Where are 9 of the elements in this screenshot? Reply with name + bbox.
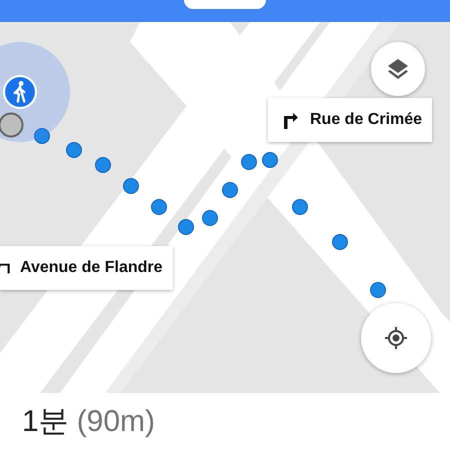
layers-icon [386,57,410,81]
travel-distance: (90m) [76,404,156,438]
travel-time: 1분 [22,404,69,440]
crosshair-icon [384,326,408,350]
start-point-icon [0,112,24,138]
street-name: Rue de Crimée [310,111,422,129]
route-dots [241,152,279,170]
street-name: Avenue de Flandre [20,259,163,277]
search-pill[interactable] [184,0,266,9]
